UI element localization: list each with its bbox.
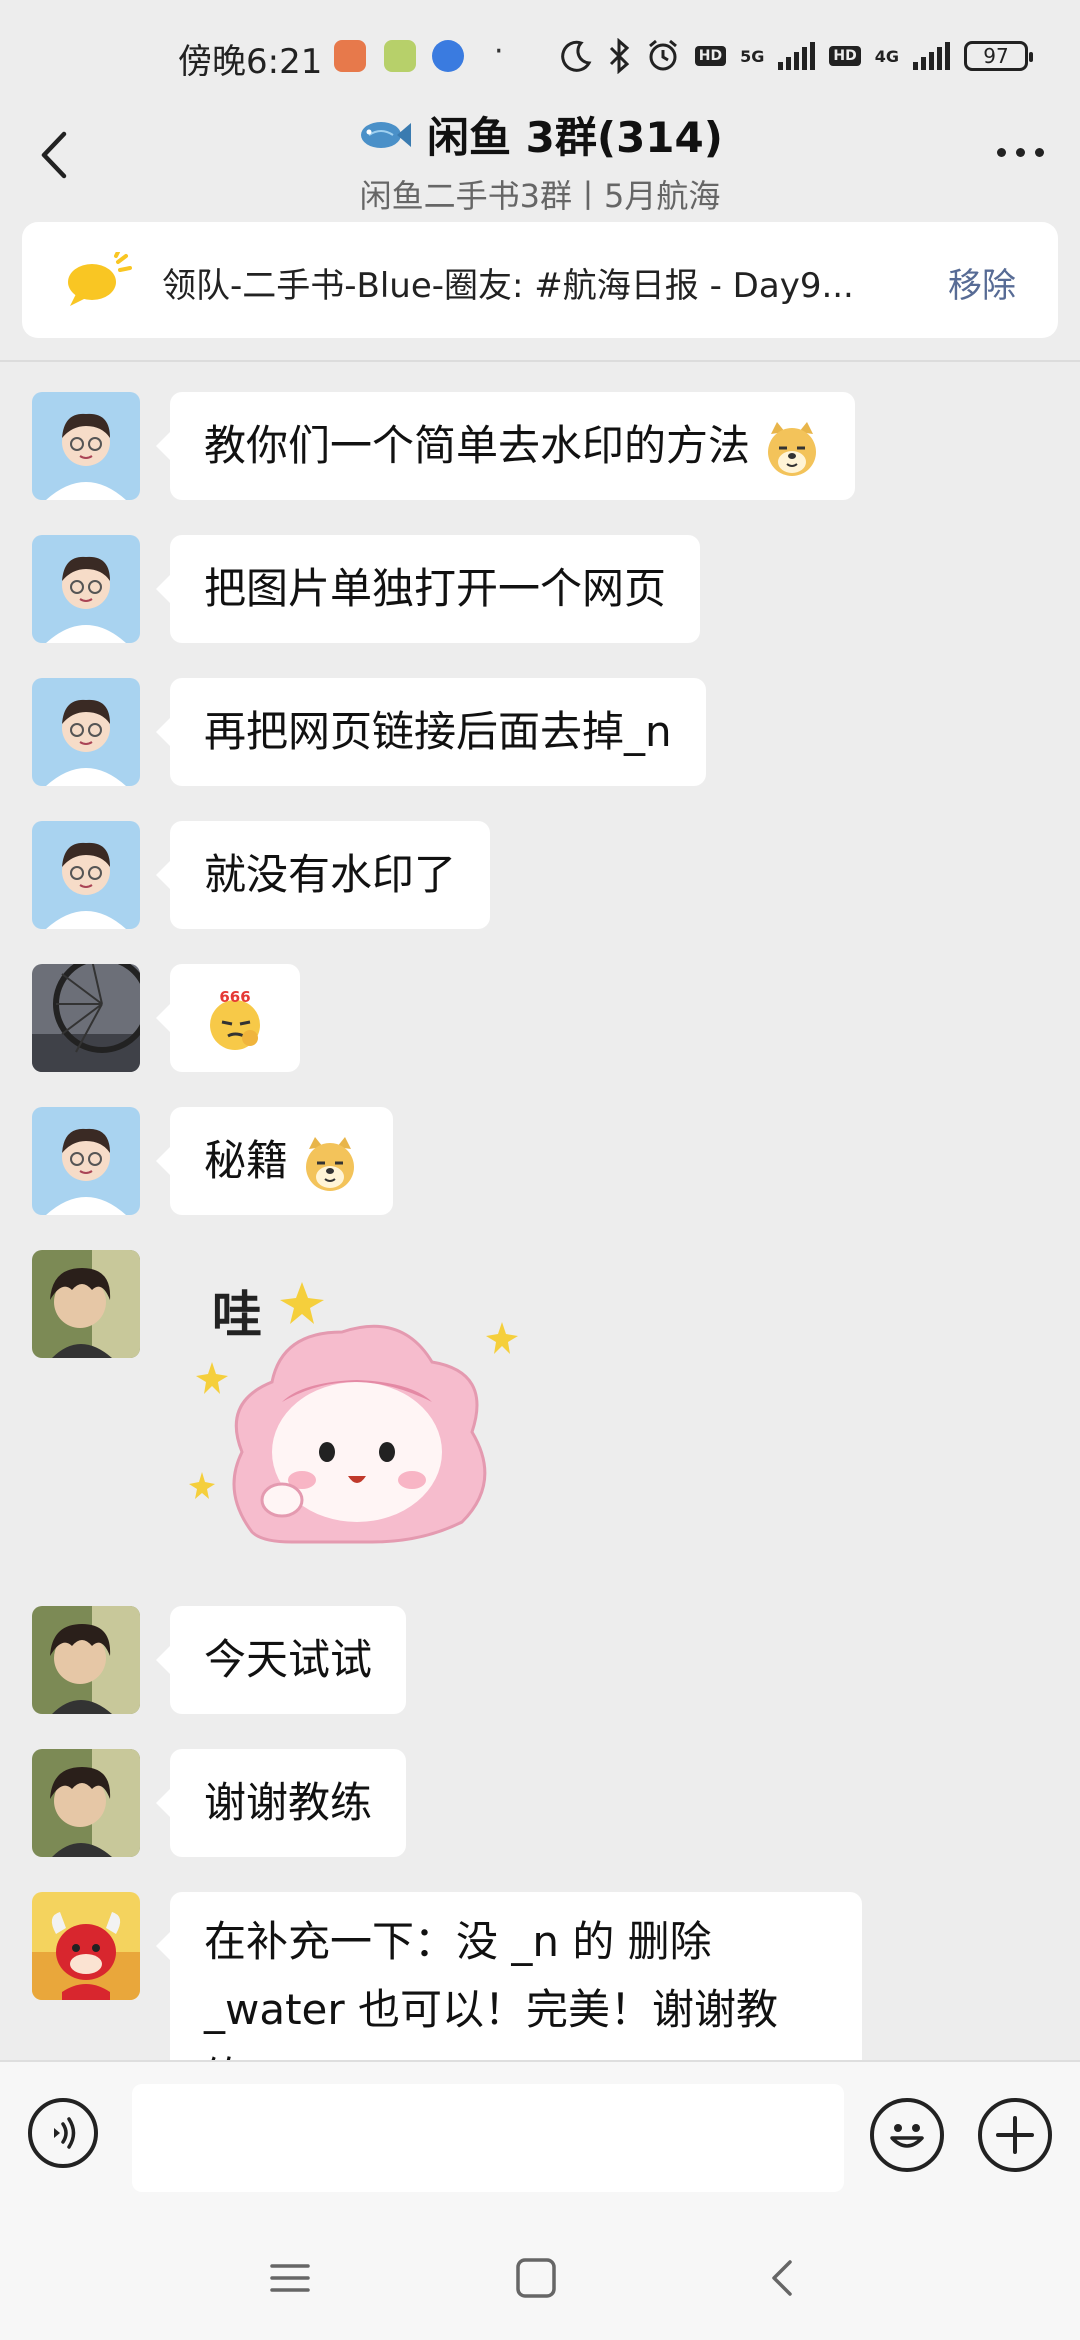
- avatar-user-1[interactable]: [32, 821, 140, 929]
- network-5g-label: 5G: [740, 46, 765, 66]
- doge-emoji-icon: [768, 421, 817, 476]
- hd-badge-1: HD: [694, 46, 727, 66]
- 666-emoji-text: 666: [219, 990, 250, 1006]
- emoji-button[interactable]: [870, 2098, 944, 2172]
- signal-4g-icon: [913, 42, 950, 70]
- message-text: 教你们一个简单去水印的方法: [204, 421, 751, 470]
- message-bubble[interactable]: 秘籍: [155, 1107, 394, 1215]
- sticker-text: 哇: [212, 1286, 262, 1344]
- avatar-user-3[interactable]: [32, 1749, 140, 1857]
- avatar-user-2[interactable]: [32, 964, 140, 1072]
- more-options-icon[interactable]: [997, 148, 1044, 157]
- status-time: 傍晚6:21: [178, 42, 323, 82]
- speech-bubble-icon: [68, 252, 132, 306]
- input-bar: [0, 2060, 1080, 2212]
- message-bubble[interactable]: 再把网页链接后面去掉_n: [156, 678, 706, 786]
- status-indicators: HD 5G HD 4G 97: [559, 38, 1033, 74]
- message-text: 秘籍: [204, 1136, 289, 1185]
- message-bubble[interactable]: 教你们一个简单去水印的方法: [155, 392, 856, 500]
- message-text: 把图片单独打开一个网页: [204, 564, 667, 613]
- network-4g-label: 4G: [874, 46, 899, 66]
- plus-icon: [996, 2116, 1034, 2154]
- moon-icon: [561, 40, 592, 72]
- message-bubble[interactable]: 666: [156, 964, 300, 1072]
- hd-badge-2: HD: [829, 46, 861, 66]
- message-bubble[interactable]: 谢谢教练: [155, 1749, 407, 1857]
- home-icon[interactable]: [514, 2258, 558, 2298]
- voice-input-button[interactable]: [28, 2098, 98, 2168]
- battery-indicator: 97: [964, 41, 1033, 71]
- avatar-user-1[interactable]: [32, 1107, 140, 1215]
- group-title-row: 闲鱼 3群(314): [357, 104, 723, 165]
- message-text: 谢谢教练: [204, 1778, 373, 1827]
- message-bubble[interactable]: 把图片单独打开一个网页: [155, 535, 701, 643]
- avatar-user-1[interactable]: [32, 535, 140, 643]
- remove-notice-button[interactable]: 移除: [948, 258, 1016, 307]
- nav-back-icon[interactable]: [762, 2258, 806, 2298]
- alarm-icon: [648, 39, 677, 71]
- group-title: 闲鱼 3群(314): [427, 113, 723, 162]
- bluetooth-icon: [609, 38, 629, 74]
- fish-icon: [361, 121, 412, 148]
- avatar-user-1[interactable]: [32, 678, 140, 786]
- smile-icon: [890, 2124, 924, 2148]
- wow-sticker[interactable]: 哇: [172, 1252, 532, 1552]
- system-nav-bar: [0, 2210, 1080, 2340]
- more-functions-button[interactable]: [978, 2098, 1052, 2172]
- notification-app-icon-1: [334, 40, 366, 72]
- avatar-user-3[interactable]: [32, 1250, 140, 1358]
- menu-icon[interactable]: [268, 2258, 312, 2298]
- chat-header: 闲鱼 3群(314) 闲鱼二手书3群丨5月航海: [0, 100, 1080, 215]
- voice-icon: [54, 2117, 76, 2149]
- title-area: 闲鱼 3群(314) 闲鱼二手书3群丨5月航海: [0, 104, 1080, 217]
- notice-text: 领队-二手书-Blue-圈友: #航海日报 - Day9...: [162, 266, 854, 306]
- notification-app-icon-2: [384, 40, 416, 72]
- message-bubble[interactable]: 就没有水印了: [155, 821, 491, 929]
- group-subtitle: 闲鱼二手书3群丨5月航海: [359, 177, 721, 215]
- avatar-user-4[interactable]: [32, 1892, 140, 2000]
- message-input[interactable]: [132, 2084, 844, 2192]
- avatar-user-3[interactable]: [32, 1606, 140, 1714]
- message-text: 再把网页链接后面去掉_n: [204, 707, 672, 756]
- signal-5g-icon: [778, 42, 816, 70]
- divider: [0, 360, 1080, 362]
- message-bubble[interactable]: 今天试试: [155, 1606, 407, 1714]
- status-more-dot: ·: [494, 34, 504, 69]
- message-text: 就没有水印了: [204, 850, 457, 899]
- 666-emoji-icon: 666: [210, 990, 260, 1050]
- avatar-user-1[interactable]: [32, 392, 140, 500]
- notification-app-icon-3: [432, 40, 464, 72]
- doge-emoji-icon: [306, 1136, 355, 1191]
- status-bar: 傍晚6:21 · HD 5G HD 4G 97: [0, 0, 1080, 110]
- message-text: 今天试试: [204, 1635, 373, 1684]
- pinned-notice[interactable]: 领队-二手书-Blue-圈友: #航海日报 - Day9... 移除: [22, 222, 1058, 338]
